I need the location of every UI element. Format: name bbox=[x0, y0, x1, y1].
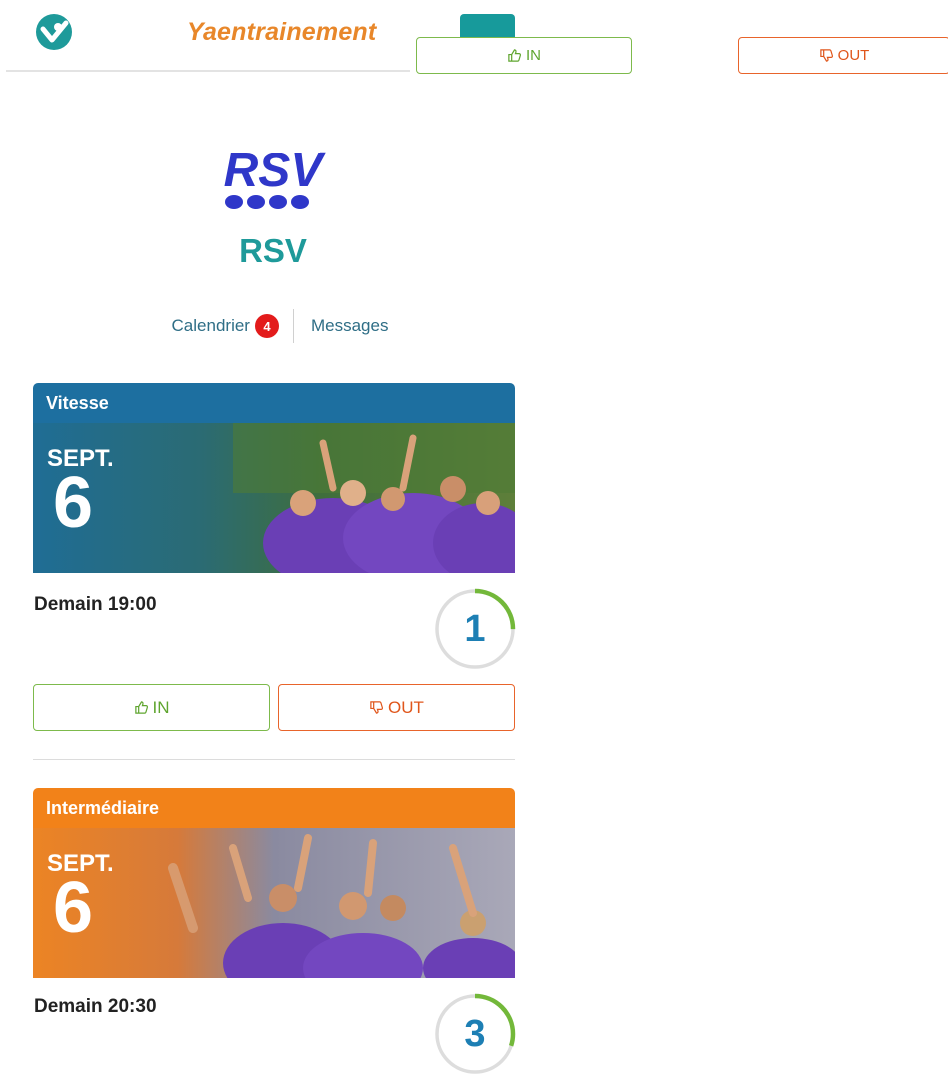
team-logo: RSV bbox=[224, 146, 326, 209]
event-day: 6 bbox=[53, 868, 94, 948]
team-logo-text: RSV bbox=[224, 146, 326, 197]
calendar-count-badge: 4 bbox=[254, 314, 279, 338]
tab-calendar[interactable]: Calendrier 4 bbox=[172, 314, 279, 338]
thumbs-up-icon bbox=[508, 49, 521, 62]
app-header: Yaentrainement bbox=[6, 0, 410, 72]
event-out-button[interactable]: OUT bbox=[278, 684, 515, 731]
event-image: SEPT. 6 bbox=[33, 423, 515, 573]
participants-count: 1 bbox=[464, 607, 486, 650]
tab-messages-label: Messages bbox=[310, 316, 389, 335]
event-in-button[interactable]: IN bbox=[33, 684, 270, 731]
top-in-label: IN bbox=[526, 47, 541, 64]
thumbs-up-icon bbox=[134, 701, 148, 714]
thumbs-down-icon bbox=[819, 49, 833, 62]
event-category: Intermédiaire bbox=[33, 788, 515, 828]
event-time: Demain 19:00 bbox=[34, 594, 157, 615]
event-image: SEPT. 6 bbox=[33, 828, 515, 978]
brand-name: Yaentrainement bbox=[187, 18, 377, 46]
event-card[interactable]: Vitesse SEPT. 6 bbox=[33, 383, 515, 573]
event-out-label: OUT bbox=[388, 697, 424, 717]
thumbs-down-icon bbox=[370, 701, 384, 714]
tab-divider bbox=[292, 309, 294, 343]
top-out-button[interactable]: OUT bbox=[738, 37, 948, 74]
event-day: 6 bbox=[53, 463, 94, 543]
top-in-button[interactable]: IN bbox=[416, 37, 632, 74]
event-card[interactable]: Intermédiaire SEPT. 6 bbox=[33, 788, 515, 978]
team-tabs: Calendrier 4 Messages bbox=[100, 308, 460, 344]
menu-icon[interactable] bbox=[460, 14, 515, 38]
event-separator bbox=[33, 759, 515, 760]
participants-ring: 3 bbox=[433, 992, 517, 1076]
team-name: RSV bbox=[239, 232, 307, 269]
tab-messages[interactable]: Messages bbox=[311, 316, 388, 336]
event-category: Vitesse bbox=[33, 383, 515, 423]
event-in-label: IN bbox=[152, 697, 170, 717]
event-time: Demain 20:30 bbox=[34, 996, 157, 1017]
participants-ring: 1 bbox=[433, 587, 517, 671]
tab-calendar-label: Calendrier bbox=[171, 316, 250, 335]
top-out-label: OUT bbox=[837, 47, 870, 64]
participants-count: 3 bbox=[464, 1012, 486, 1055]
check-heart-logo-icon[interactable] bbox=[34, 12, 74, 52]
